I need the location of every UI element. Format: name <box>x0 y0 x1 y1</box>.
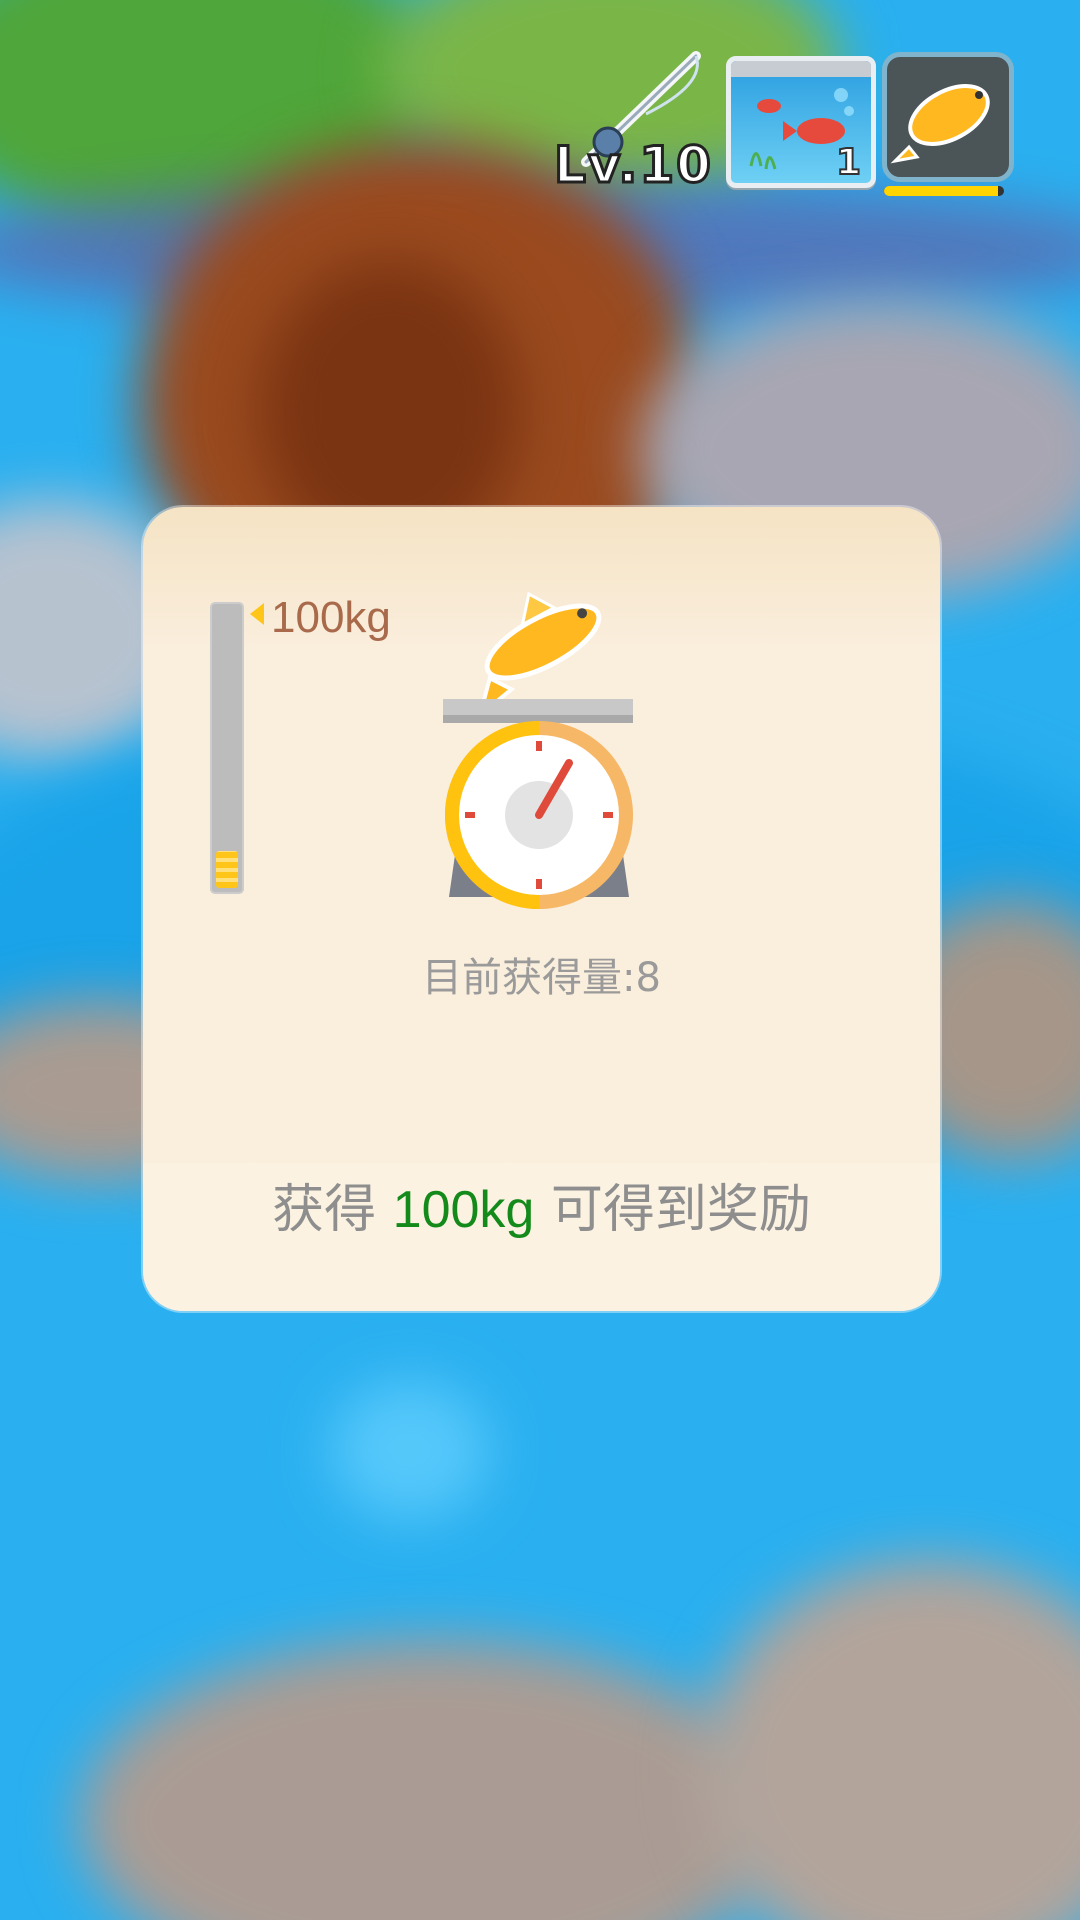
top-hud: Lv.10 1 <box>546 44 1066 214</box>
weight-reward-panel: 100kg 目前获得量:8 获得 100kg 可得到奖励 <box>143 507 940 1311</box>
collection-progress-bar <box>884 186 1004 196</box>
reward-condition-text: 获得 100kg 可得到奖励 <box>143 1167 940 1242</box>
reward-amount: 100kg <box>392 1181 535 1239</box>
aquarium-button[interactable]: 1 <box>726 56 876 188</box>
weight-gauge <box>210 602 244 894</box>
goal-weight-label: 100kg <box>271 593 391 642</box>
golden-fish-button[interactable] <box>882 52 1014 182</box>
aquarium-count: 1 <box>835 141 862 183</box>
level-label: Lv.10 <box>553 135 713 196</box>
golden-fish-icon <box>890 84 990 164</box>
reward-prefix: 获得 <box>272 1180 393 1240</box>
reward-suffix: 可得到奖励 <box>534 1180 811 1240</box>
goal-marker-icon <box>250 603 264 625</box>
weighing-scale-icon <box>443 591 633 909</box>
current-amount-label: 目前获得量:8 <box>422 955 661 1001</box>
